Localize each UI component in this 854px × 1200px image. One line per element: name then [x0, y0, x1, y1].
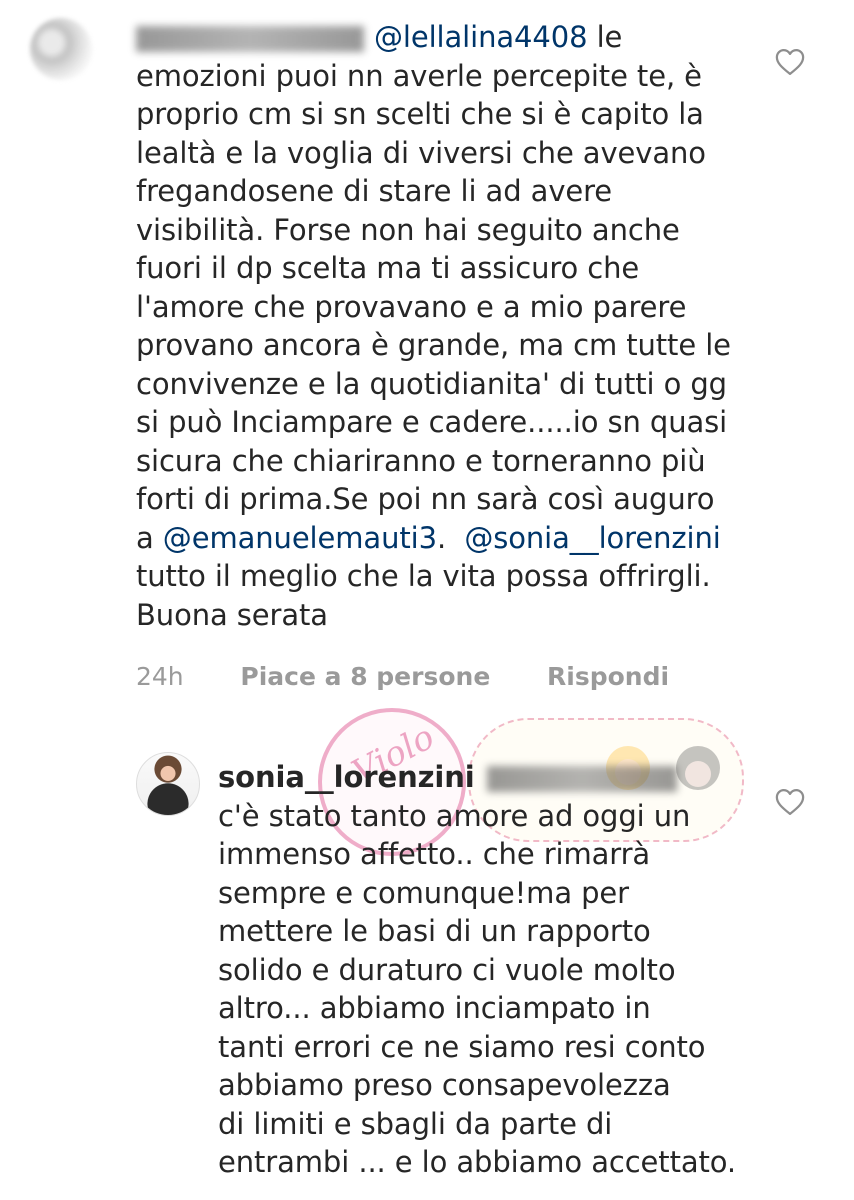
comment-line: emozioni puoi nn averle percepite te, è [136, 58, 702, 93]
redacted-mention [486, 766, 677, 792]
comment-line: sicura che chiariranno e torneranno più [136, 443, 706, 478]
comment-line: Buona serata [136, 597, 328, 632]
mention-link[interactable]: @emanuelemauti3 [163, 521, 437, 555]
comment-line: visibilità. Forse non hai seguito anche [136, 212, 680, 247]
comment-line: tanti errori ce ne siamo resi conto [218, 1029, 706, 1064]
comment-line: solido e duraturo ci vuole molto [218, 952, 676, 987]
comment: sonia__lorenzini c'è stato tanto amore a… [0, 740, 854, 1200]
comment-line: c'è stato tanto amore ad oggi un [218, 798, 691, 833]
comment-line: abbiamo preso consapevolezza [218, 1068, 671, 1102]
comment-line: sempre e comunque!ma per [218, 875, 629, 910]
comment-text-segment: . [436, 520, 465, 555]
comment-meta: 24h Piace a 8 persone Rispondi [136, 662, 717, 691]
comment-line: forti di prima.Se poi nn sarà così augur… [136, 482, 715, 516]
comment-line: proprio cm si sn scelti che si è capito … [136, 97, 704, 131]
comment-line: l'amore che provavano e a mio parere [136, 289, 687, 324]
likes-count-link[interactable]: Piace a 8 persone [240, 662, 490, 691]
reply-button[interactable]: Rispondi [547, 662, 669, 691]
comment-text-segment: le [587, 20, 623, 54]
comment-line: mettere le basi di un rapporto [218, 914, 651, 948]
comment-text: @lellalina4408 le emozioni puoi nn averl… [136, 18, 736, 634]
heart-outline-icon[interactable] [775, 48, 805, 76]
comment-text: sonia__lorenzini c'è stato tanto amore a… [218, 758, 818, 1182]
comment-line: tutto il meglio che la vita possa offrir… [136, 559, 711, 593]
heart-outline-icon[interactable] [775, 788, 805, 816]
comment-line: di limiti e sbagli da parte di [218, 1106, 613, 1141]
mention-link[interactable]: @sonia__lorenzini [464, 521, 720, 555]
comment-line: fregandosene di stare li ad avere [136, 174, 613, 208]
avatar[interactable] [136, 752, 200, 816]
comment-timestamp: 24h [136, 662, 184, 691]
comment-line: convivenze e la quotidianita' di tutti o… [136, 366, 727, 401]
comment-line: si può Inciampare e cadere.....io sn qua… [136, 405, 728, 439]
avatar[interactable] [30, 18, 92, 80]
redacted-username [136, 26, 364, 52]
mention-link[interactable]: @lellalina4408 [374, 20, 588, 54]
comment-line: immenso affetto.. che rimarrà [218, 837, 651, 871]
comment-text-segment: a [136, 520, 163, 555]
comment-line: fuori il dp scelta ma ti assicuro che [136, 251, 640, 285]
comment-line: lealtà e la voglia di viversi che avevan… [136, 135, 706, 170]
comment-line: provano ancora è grande, ma cm tutte le [136, 328, 731, 362]
comment-username[interactable]: sonia__lorenzini [218, 760, 475, 794]
comment-line: altro... abbiamo inciampato in [218, 991, 651, 1025]
comment-line: entrambi ... e lo abbiamo accettato. [218, 1145, 737, 1179]
comment: @lellalina4408 le emozioni puoi nn averl… [0, 0, 854, 700]
